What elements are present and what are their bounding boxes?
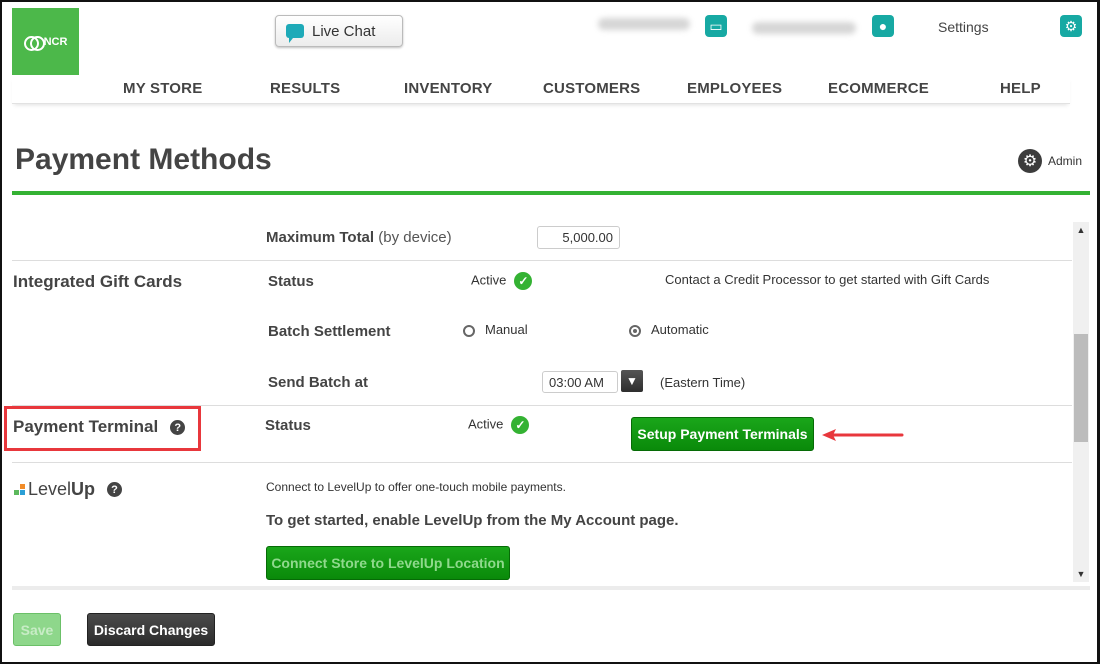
setup-payment-terminals-button[interactable]: Setup Payment Terminals xyxy=(631,417,814,451)
levelup-instruction: To get started, enable LevelUp from the … xyxy=(266,512,679,529)
gift-cards-status-value: Active xyxy=(471,272,507,288)
ncr-logo-icon xyxy=(23,35,45,51)
annotation-arrow-icon xyxy=(822,429,904,441)
batch-settlement-label: Batch Settlement xyxy=(268,323,391,340)
app-window: NCR Live Chat ▭ ● Settings ⚙ MY STORE RE… xyxy=(0,0,1100,664)
levelup-logo: Level Up ? xyxy=(14,479,123,500)
gear-icon[interactable]: ⚙ xyxy=(1060,15,1082,37)
user-icon[interactable]: ● xyxy=(872,15,894,37)
scrollbar-thumb[interactable] xyxy=(1074,334,1088,442)
nav-inventory[interactable]: INVENTORY xyxy=(404,80,492,97)
annotation-highlight-box xyxy=(4,406,201,451)
timezone-label: (Eastern Time) xyxy=(660,375,746,390)
help-icon[interactable]: ? xyxy=(107,482,123,497)
admin-gear-icon: ⚙ xyxy=(1018,149,1042,173)
max-total-label-text: Maximum Total xyxy=(266,229,375,246)
nav-customers[interactable]: CUSTOMERS xyxy=(543,80,640,97)
row-divider xyxy=(12,462,1072,463)
nav-help[interactable]: HELP xyxy=(1000,80,1041,97)
discard-changes-button[interactable]: Discard Changes xyxy=(87,613,215,646)
blurred-store-name xyxy=(598,18,690,30)
content-scrollbar[interactable]: ▲ ▼ xyxy=(1073,222,1089,582)
time-dropdown-chevron-icon[interactable]: ▼ xyxy=(621,370,643,392)
batch-manual-radio[interactable]: Manual xyxy=(463,322,528,337)
logo-text: NCR xyxy=(43,35,68,48)
gift-cards-note: Contact a Credit Processor to get starte… xyxy=(665,272,990,287)
nav-results[interactable]: RESULTS xyxy=(270,80,340,97)
blurred-user-name xyxy=(752,22,856,34)
levelup-mark-icon xyxy=(14,484,25,495)
nav-ecommerce[interactable]: ECOMMERCE xyxy=(828,80,929,97)
check-circle-icon: ✓ xyxy=(511,416,530,434)
live-chat-label: Live Chat xyxy=(312,22,376,40)
settings-link[interactable]: Settings xyxy=(938,19,989,35)
batch-automatic-radio[interactable]: Automatic xyxy=(629,322,709,337)
send-batch-label: Send Batch at xyxy=(268,374,369,391)
gift-cards-status-label: Status xyxy=(268,273,314,290)
nav-my-store[interactable]: MY STORE xyxy=(123,80,202,97)
terminal-status-value: Active xyxy=(468,416,504,432)
send-batch-time-input[interactable] xyxy=(542,371,618,393)
levelup-brand-bold: Up xyxy=(71,479,96,499)
radio-unselected-icon xyxy=(463,324,475,337)
nav-employees[interactable]: EMPLOYEES xyxy=(687,80,782,97)
radio-selected-icon xyxy=(629,324,641,337)
terminal-status-label: Status xyxy=(265,417,311,434)
connect-levelup-button[interactable]: Connect Store to LevelUp Location xyxy=(266,546,510,580)
batch-manual-label: Manual xyxy=(485,322,528,337)
live-chat-button[interactable]: Live Chat xyxy=(275,15,403,47)
admin-label: Admin xyxy=(1048,154,1083,168)
scroll-up-arrow-icon[interactable]: ▲ xyxy=(1073,225,1089,235)
page-title: Payment Methods xyxy=(15,143,272,176)
store-icon[interactable]: ▭ xyxy=(705,15,727,37)
max-total-input[interactable] xyxy=(537,226,620,249)
main-nav: MY STORE RESULTS INVENTORY CUSTOMERS EMP… xyxy=(12,76,1070,104)
levelup-description: Connect to LevelUp to offer one-touch mo… xyxy=(266,480,566,494)
save-button[interactable]: Save xyxy=(13,613,61,646)
levelup-brand-light: Level xyxy=(28,479,72,499)
title-divider xyxy=(12,191,1090,195)
max-total-label: Maximum Total (by device) xyxy=(266,229,452,246)
row-divider xyxy=(12,260,1072,261)
check-circle-icon: ✓ xyxy=(514,272,533,290)
gift-cards-section-label: Integrated Gift Cards xyxy=(13,272,183,291)
gift-cards-status: Active ✓ xyxy=(471,272,533,290)
max-total-suffix: (by device) xyxy=(378,229,452,246)
admin-button[interactable]: ⚙ Admin xyxy=(1018,149,1082,173)
footer-divider xyxy=(12,586,1090,590)
scroll-down-arrow-icon[interactable]: ▼ xyxy=(1073,569,1089,579)
chat-bubble-icon xyxy=(286,24,304,43)
ncr-logo[interactable]: NCR xyxy=(12,8,79,75)
batch-automatic-label: Automatic xyxy=(651,322,709,337)
terminal-status: Active ✓ xyxy=(468,416,530,434)
